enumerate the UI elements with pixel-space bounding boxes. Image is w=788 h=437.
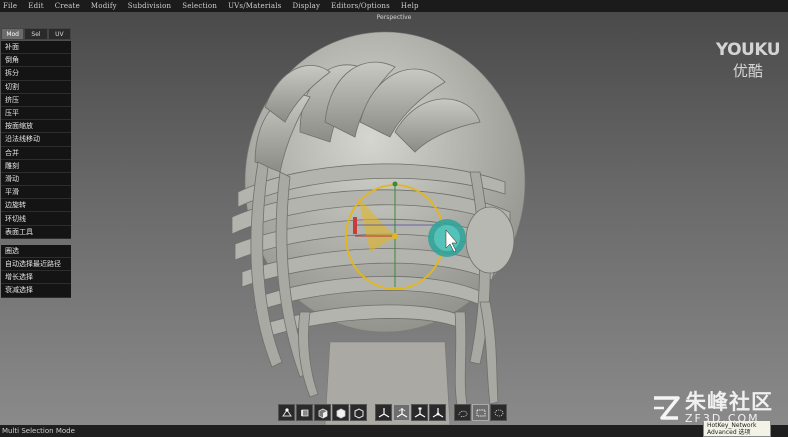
object-mode-icon[interactable] bbox=[332, 404, 349, 421]
menu-modify[interactable]: Modify bbox=[91, 2, 117, 10]
tab-mod[interactable]: Mod bbox=[1, 28, 25, 40]
vertex-mode-icon[interactable] bbox=[278, 404, 295, 421]
head-mesh-scene[interactable] bbox=[0, 12, 788, 425]
menu-selection[interactable]: Selection bbox=[182, 2, 217, 10]
tool-shrink-selection[interactable]: 衰减选择 bbox=[1, 284, 71, 298]
edge-mode-icon[interactable] bbox=[296, 404, 313, 421]
tool-slide[interactable]: 滑动 bbox=[1, 172, 71, 187]
zhufeng-title: 朱峰社区 bbox=[685, 390, 773, 414]
youku-watermark: YOUKU 优酷 bbox=[715, 40, 781, 81]
menu-edit[interactable]: Edit bbox=[28, 2, 43, 10]
tool-merge[interactable]: 合并 bbox=[1, 146, 71, 160]
uv-mode-icon[interactable] bbox=[350, 404, 367, 421]
tool-smooth[interactable]: 平滑 bbox=[1, 186, 71, 200]
tab-sel[interactable]: Sel bbox=[24, 28, 48, 40]
marquee-select-icon[interactable] bbox=[472, 404, 489, 421]
rotate-tool-icon[interactable] bbox=[393, 404, 410, 421]
tool-cut[interactable]: 切割 bbox=[1, 80, 71, 94]
menu-file[interactable]: File bbox=[3, 2, 17, 10]
tool-surface-tools[interactable]: 表面工具 bbox=[1, 225, 71, 239]
paint-select-icon[interactable] bbox=[490, 404, 507, 421]
tab-uv[interactable]: UV bbox=[47, 28, 71, 40]
menu-bar: File Edit Create Modify Subdivision Sele… bbox=[0, 0, 788, 12]
menu-help[interactable]: Help bbox=[401, 2, 419, 10]
icon-bar-separator bbox=[447, 404, 453, 423]
tool-bevel[interactable]: 倒角 bbox=[1, 54, 71, 68]
status-bar: Multi Selection Mode bbox=[0, 425, 788, 437]
status-text: Multi Selection Mode bbox=[2, 427, 75, 435]
tool-fill-hole[interactable]: 补面 bbox=[1, 41, 71, 55]
youku-logo: YOUKU bbox=[715, 40, 781, 60]
tool-extrude[interactable]: 挤压 bbox=[1, 93, 71, 107]
universal-tool-icon[interactable] bbox=[429, 404, 446, 421]
menu-subdivision[interactable]: Subdivision bbox=[128, 2, 171, 10]
youku-logo-sub: 优酷 bbox=[732, 62, 763, 80]
menu-create[interactable]: Create bbox=[55, 2, 80, 10]
zhufeng-url: ZF3D.COM bbox=[685, 412, 760, 425]
menu-editors-options[interactable]: Editors/Options bbox=[331, 2, 390, 10]
tool-sculpt[interactable]: 雕刻 bbox=[1, 159, 71, 173]
tool-auto-select-path[interactable]: 自动选择最近路径 bbox=[1, 258, 71, 272]
mode-icon-bar bbox=[278, 404, 507, 423]
zhufeng-watermark: 朱峰社区 ZF3D.COM bbox=[650, 391, 773, 424]
lasso-select-icon[interactable] bbox=[454, 404, 471, 421]
perspective-viewport[interactable]: Perspective YOUKU 优酷 bbox=[0, 12, 788, 425]
tool-flatten[interactable]: 压平 bbox=[1, 106, 71, 121]
zhufeng-logo-icon bbox=[654, 395, 680, 420]
tool-lasso-select[interactable]: 圈选 bbox=[1, 244, 71, 258]
tool-grow-selection[interactable]: 增长选择 bbox=[1, 271, 71, 285]
tooltip-line-2: Advanced 选项 bbox=[707, 429, 751, 436]
menu-uvs-materials[interactable]: UVs/Materials bbox=[228, 2, 281, 10]
panel-tabs: Mod Sel UV bbox=[1, 28, 71, 40]
move-tool-icon[interactable] bbox=[375, 404, 392, 421]
tool-split[interactable]: 拆分 bbox=[1, 67, 71, 81]
modeling-tool-panel: Mod Sel UV 补面 倒角 拆分 切割 挤压 压平 按面缩放 沿法线移动 … bbox=[1, 28, 71, 298]
tool-scale-by-face[interactable]: 按面缩放 bbox=[1, 120, 71, 134]
menu-display[interactable]: Display bbox=[292, 2, 320, 10]
scale-tool-icon[interactable] bbox=[411, 404, 428, 421]
tool-edge-rotate[interactable]: 边旋转 bbox=[1, 199, 71, 213]
face-mode-icon[interactable] bbox=[314, 404, 331, 421]
tool-move-along-normal[interactable]: 沿法线移动 bbox=[1, 133, 71, 147]
tool-loop-cut[interactable]: 环切线 bbox=[1, 212, 71, 226]
icon-bar-separator bbox=[368, 404, 374, 423]
